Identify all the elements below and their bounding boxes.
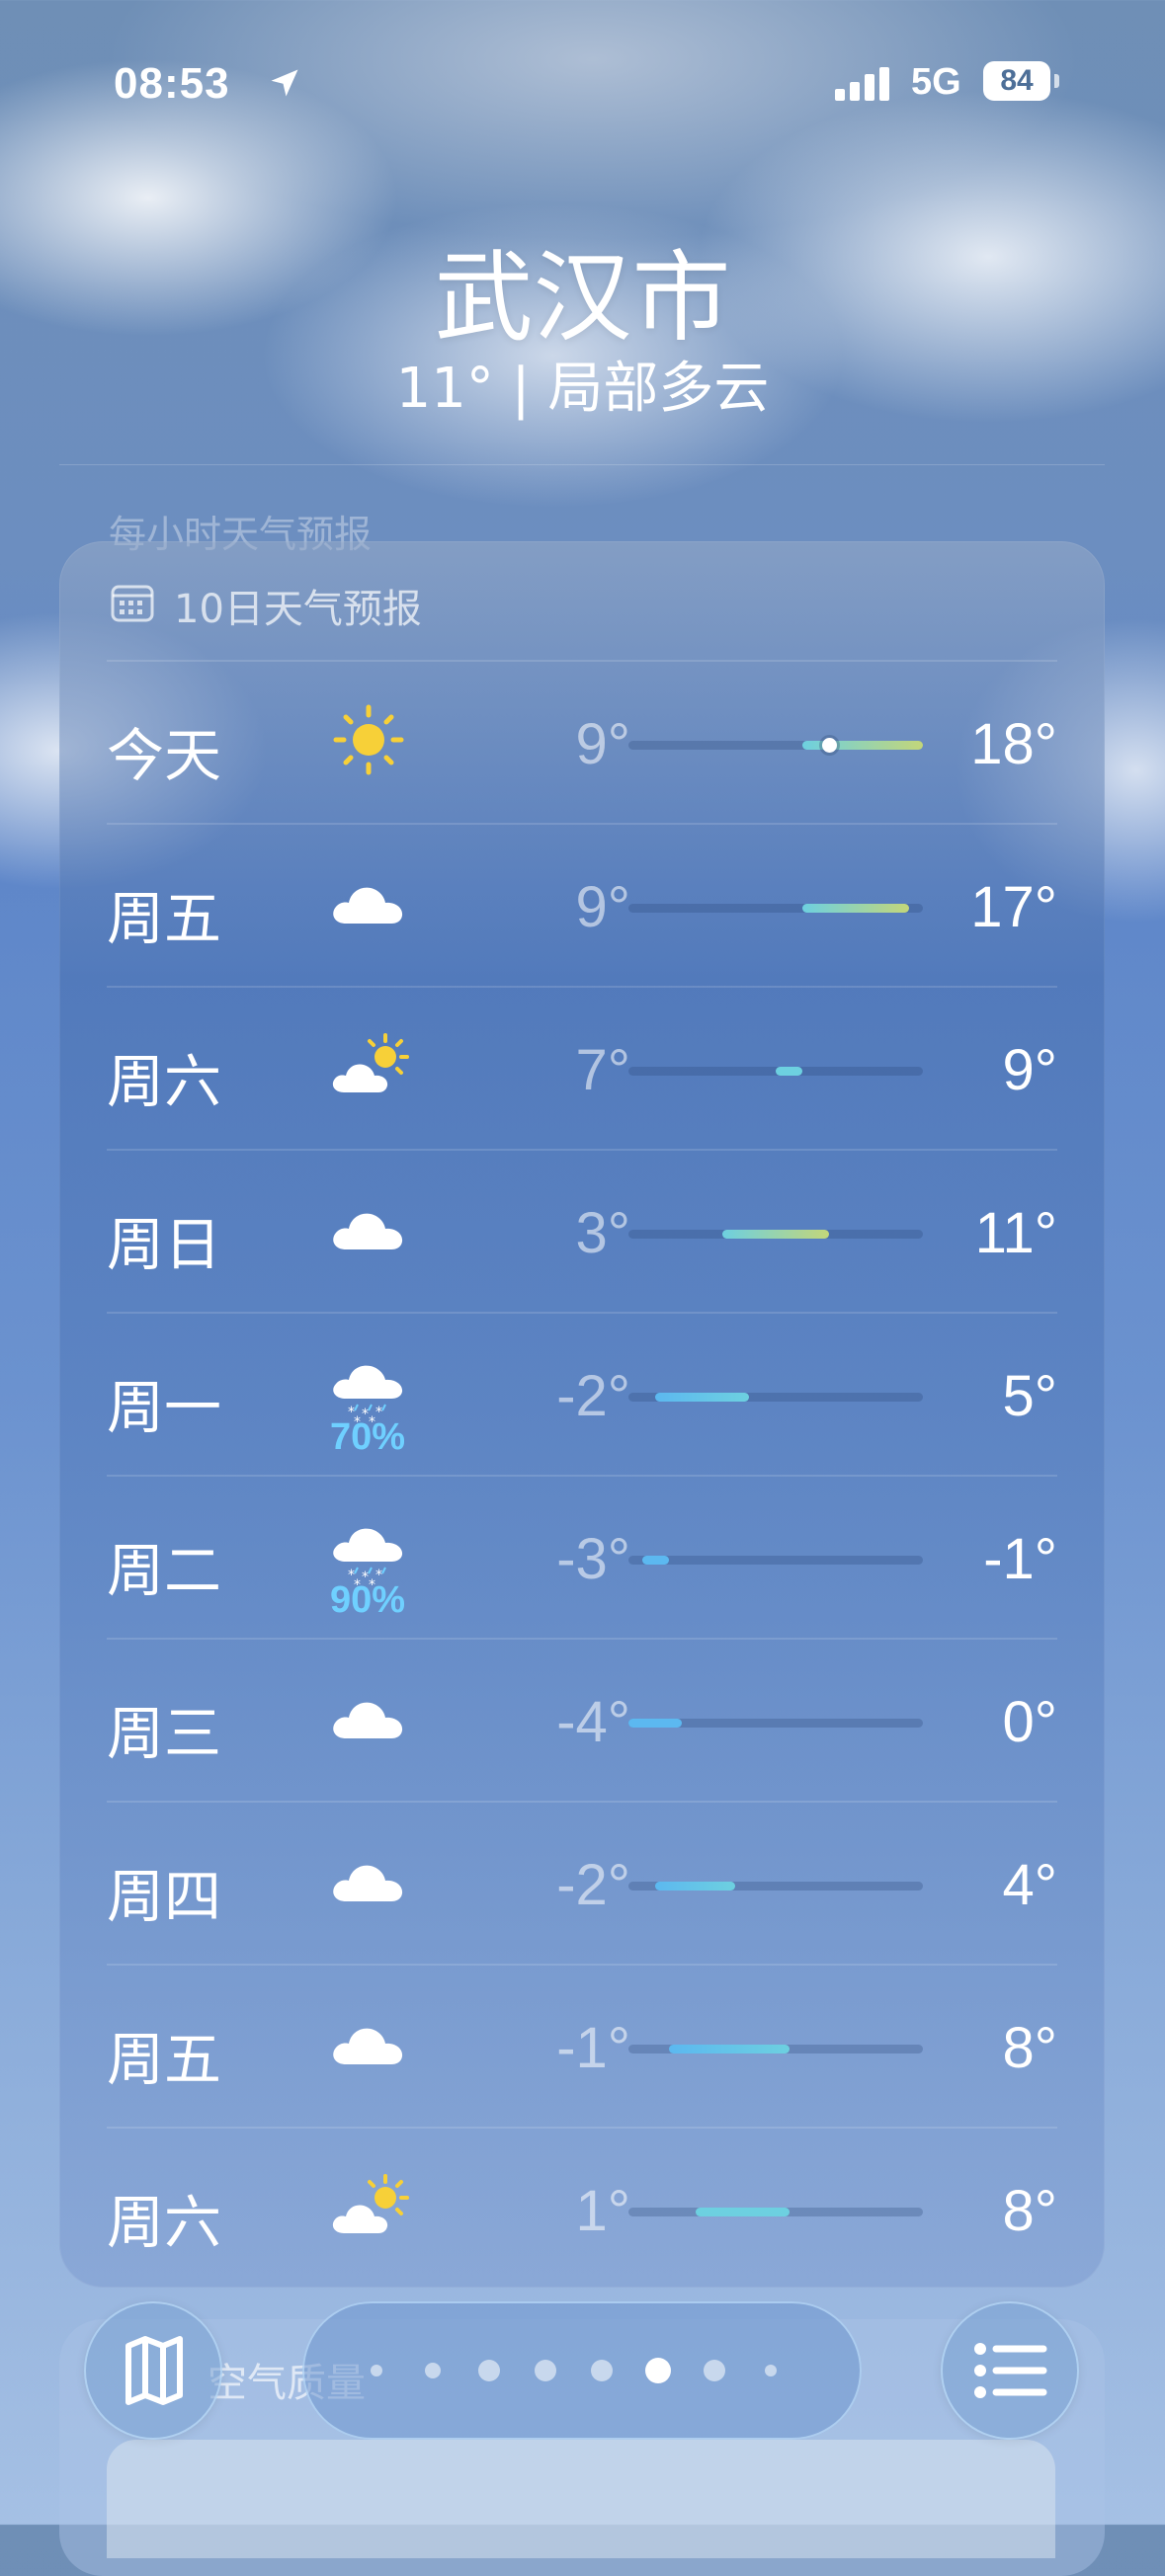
network-type: 5G [911,61,961,103]
city-name: 武汉市 [434,240,731,356]
cloud-icon [324,1673,413,1762]
air-quality-map-preview [107,2440,1055,2558]
forecast-day: 周六 [107,2189,222,2256]
high-temp: 9° [1002,1038,1057,1102]
high-temp: 5° [1002,1364,1057,1428]
location-arrow-icon [267,65,302,105]
cloud-icon [324,1836,413,1925]
map-button[interactable] [84,2301,222,2440]
ten-day-forecast-title: 10日天气预报 [174,587,422,632]
temp-range-fill [628,1719,683,1728]
city-list-button[interactable] [941,2301,1079,2440]
page-dot[interactable] [645,2358,671,2383]
cloud-icon [324,1184,413,1273]
page-dot[interactable] [425,2363,441,2378]
low-temp: 3° [575,1201,630,1265]
page-indicator[interactable] [302,2301,862,2440]
high-temp: 17° [970,875,1057,939]
forecast-row[interactable]: 周六 7° 9° [107,986,1057,1151]
temp-range-fill [655,1882,736,1891]
temp-range-fill [668,2045,790,2053]
battery-cap [1054,74,1059,88]
map-icon [125,2336,183,2405]
low-temp: -2° [556,1364,630,1428]
high-temp: 8° [1002,2179,1057,2243]
partly-sunny-icon [324,2162,413,2251]
temp-range-fill [655,1393,749,1402]
forecast-day: 周六 [107,1048,222,1115]
forecast-row[interactable]: 周六 1° 8° [107,2127,1057,2292]
cloud-icon [324,858,413,947]
low-temp: 9° [575,712,630,776]
forecast-row[interactable]: 周四 -2° 4° [107,1801,1057,1966]
page-dot[interactable] [478,2360,500,2381]
temp-range-fill [641,1556,669,1565]
forecast-day: 周日 [107,1211,222,1278]
forecast-day: 周三 [107,1700,222,1767]
low-temp: -2° [556,1853,630,1917]
forecast-row[interactable]: 周日 3° 11° [107,1149,1057,1314]
battery-indicator: 84 [983,61,1050,101]
forecast-day: 周四 [107,1863,222,1930]
low-temp: 7° [575,1038,630,1102]
forecast-row[interactable]: 周一 * * * * * 70% -2° 5° [107,1312,1057,1477]
high-temp: 18° [970,712,1057,776]
precip-chance: 70% [329,1416,406,1458]
calendar-icon [111,583,154,626]
status-bar: 08:53 5G 84 [0,59,1165,119]
low-temp: 1° [575,2179,630,2243]
low-temp: -4° [556,1690,630,1754]
low-temp: -1° [556,2016,630,2080]
forecast-row[interactable]: 今天 9° 18° [107,660,1057,825]
high-temp: 8° [1002,2016,1057,2080]
page-dot[interactable] [535,2360,556,2381]
forecast-row[interactable]: 周三 -4° 0° [107,1638,1057,1803]
low-temp: -3° [556,1527,630,1591]
high-temp: -1° [983,1527,1057,1591]
cloud-icon [324,1999,413,2088]
forecast-row[interactable]: 周五 -1° 8° [107,1964,1057,2129]
sun-icon [324,695,413,784]
current-temp-marker [822,738,838,753]
partly-sunny-icon [324,1021,413,1110]
forecast-row[interactable]: 周二 * * * * * 90% -3° -1° [107,1475,1057,1640]
temp-range-fill [695,2208,790,2216]
signal-bars-icon [835,67,894,105]
page-dot[interactable] [371,2365,382,2376]
forecast-day: 周五 [107,2026,222,2093]
status-time: 08:53 [114,59,230,108]
temp-range-fill [776,1067,803,1076]
page-dot[interactable] [591,2360,613,2381]
forecast-day: 周一 [107,1374,222,1441]
forecast-day: 周五 [107,885,222,952]
ten-day-forecast-card[interactable]: 10日天气预报 今天 9° 18° 周五 9° 17° 周六 7° 9° 周日 3° 11° 周一 * * *… [59,541,1105,2288]
forecast-day: 周二 [107,1537,222,1604]
precip-chance: 90% [329,1579,406,1621]
page-dot[interactable] [765,2365,777,2376]
forecast-row[interactable]: 周五 9° 17° [107,823,1057,988]
high-temp: 0° [1002,1690,1057,1754]
temp-range-fill [721,1230,830,1239]
current-condition: 11° | 局部多云 [395,357,770,421]
list-icon [974,2343,1047,2398]
high-temp: 11° [974,1201,1057,1265]
high-temp: 4° [1002,1853,1057,1917]
low-temp: 9° [575,875,630,939]
page-dot[interactable] [704,2360,725,2381]
forecast-day: 今天 [107,722,222,789]
